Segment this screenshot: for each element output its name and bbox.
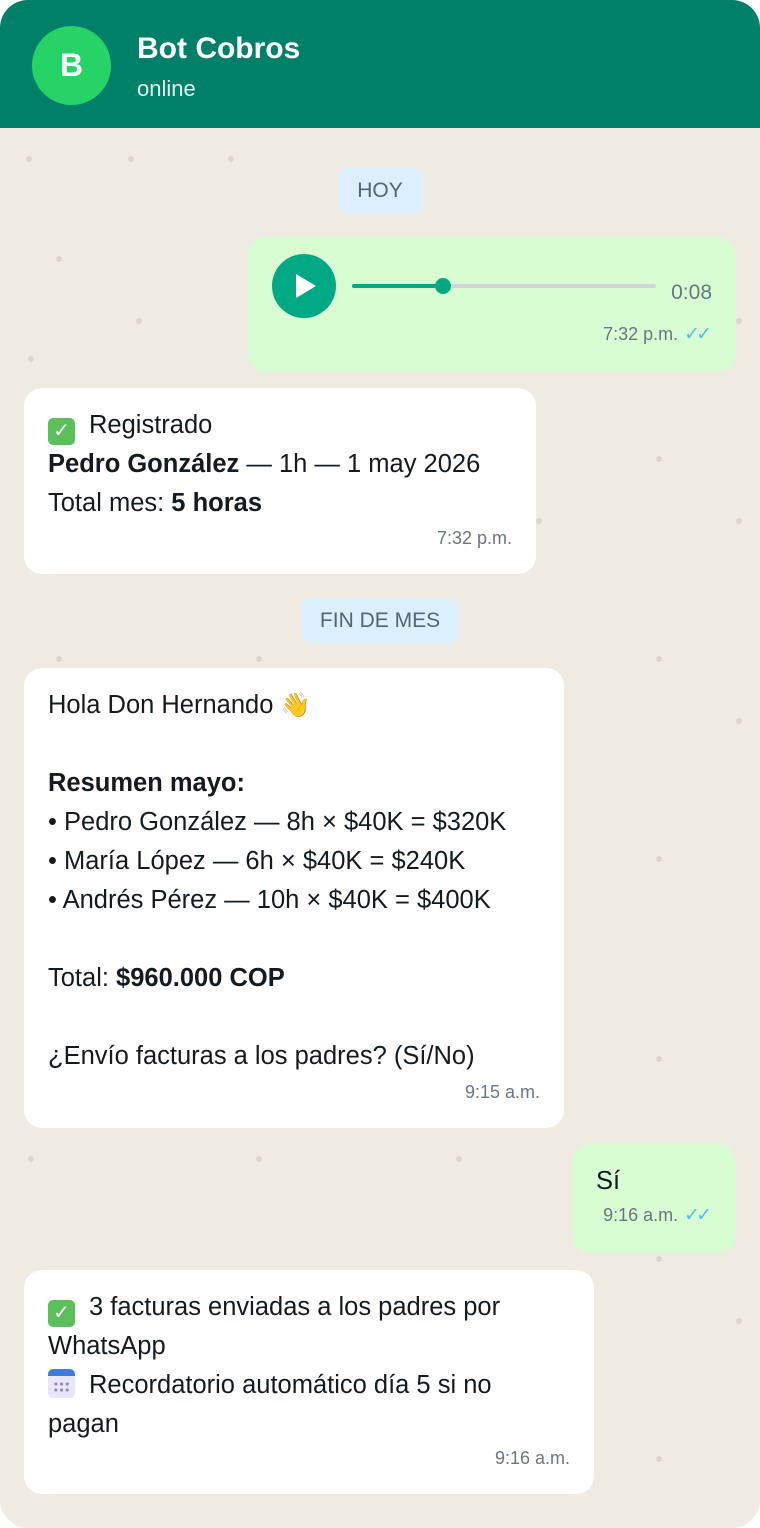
reminder-text: Recordatorio automático día 5 si no <box>89 1371 492 1399</box>
monthly-total-label: Total mes: <box>48 489 172 517</box>
wallpaper-dot <box>228 156 234 162</box>
read-receipt-icon: ✓✓ <box>684 1205 712 1226</box>
invoices-sent-text: 3 facturas enviadas a los padres por <box>89 1293 501 1321</box>
total-label: Total: <box>48 964 117 992</box>
wallpaper-dot <box>656 856 662 862</box>
wallpaper-dot <box>656 456 662 462</box>
message-meta: 7:32 p.m. ✓✓ <box>603 315 712 354</box>
session-detail: — 1h — 1 may 2026 <box>239 450 481 478</box>
incoming-message-confirmation[interactable]: ✓ 3 facturas enviadas a los padres por Wh… <box>24 1270 594 1494</box>
wallpaper-dot <box>56 256 62 262</box>
outgoing-voice-message[interactable]: 0:08 7:32 p.m. ✓✓ <box>248 237 736 372</box>
date-separator: FIN DE MES <box>302 598 458 644</box>
reminder-text-cont: pagan <box>48 1410 119 1438</box>
incoming-message-registered[interactable]: ✓ Registrado Pedro González — 1h — 1 may … <box>24 388 536 574</box>
audio-seek-handle[interactable] <box>435 278 452 294</box>
message-line: ✓ Registrado <box>48 406 512 445</box>
read-receipt-icon: ✓✓ <box>684 324 712 345</box>
avatar[interactable]: B <box>32 26 111 105</box>
wallpaper-dot <box>456 1156 462 1162</box>
wallpaper-dot <box>536 518 542 524</box>
student-name: Pedro González <box>48 450 240 478</box>
waving-hand-icon: 👋 <box>280 692 311 719</box>
message-time: 9:16 a.m. <box>494 1448 570 1468</box>
message-meta: 9:16 a.m. <box>495 1439 570 1478</box>
wallpaper-dot <box>736 318 742 324</box>
outgoing-message-reply[interactable]: Sí 9:16 a.m. ✓✓ <box>572 1144 736 1253</box>
message-line: Total mes: 5 horas <box>48 484 512 523</box>
wallpaper-dot <box>656 1456 662 1462</box>
wallpaper-dot <box>656 656 662 662</box>
wallpaper-dot <box>656 1256 662 1262</box>
message-meta: 9:15 a.m. <box>465 1073 540 1112</box>
message-line: Total: $960.000 COP <box>48 959 540 998</box>
total-value: $960.000 COP <box>116 964 285 992</box>
audio-seek-bar[interactable] <box>352 278 656 294</box>
summary-item: • María López — 6h × $40K = $240K <box>48 847 466 875</box>
registered-title: Registrado <box>89 411 213 439</box>
message-line: Resumen mayo: <box>48 764 540 803</box>
contact-status: online <box>137 76 196 101</box>
summary-item: • Pedro González — 8h × $40K = $320K <box>48 808 507 836</box>
check-mark-button-icon: ✓ <box>48 1300 75 1327</box>
contact-name[interactable]: Bot Cobros <box>137 32 300 66</box>
wallpaper-dot <box>736 1318 742 1324</box>
play-icon[interactable] <box>272 254 336 318</box>
message-time: 7:32 p.m. <box>436 528 512 548</box>
invoice-question: ¿Envío facturas a los padres? (Sí/No) <box>48 1042 475 1070</box>
wallpaper-dot <box>28 356 34 362</box>
wallpaper-dot <box>56 656 62 662</box>
wallpaper-dot <box>26 156 32 162</box>
wallpaper-dot <box>656 1056 662 1062</box>
summary-heading: Resumen mayo: <box>48 769 245 797</box>
wallpaper-dot <box>28 1156 34 1162</box>
wallpaper-dot <box>736 718 742 724</box>
wallpaper-dot <box>256 656 262 662</box>
audio-duration: 0:08 <box>671 281 712 304</box>
chat-window: B Bot Cobros online HOY 0:08 7:32 p.m. ✓… <box>0 0 760 1528</box>
message-time: 7:32 p.m. <box>603 324 679 344</box>
date-separator-label: FIN DE MES <box>319 609 441 632</box>
summary-item: • Andrés Pérez — 10h × $40K = $400K <box>48 886 491 914</box>
wallpaper-dot <box>256 1156 262 1162</box>
monthly-total-value: 5 horas <box>171 489 263 517</box>
chat-header[interactable]: B Bot Cobros online <box>0 0 760 128</box>
invoices-sent-text-cont: WhatsApp <box>48 1332 166 1360</box>
message-time: 9:16 a.m. <box>603 1205 679 1225</box>
message-meta: 9:16 a.m. ✓✓ <box>603 1196 712 1235</box>
wallpaper-dot <box>736 518 742 524</box>
incoming-message-summary[interactable]: Hola Don Hernando 👋 Resumen mayo: • Pedr… <box>24 668 564 1128</box>
check-mark-button-icon: ✓ <box>48 418 75 445</box>
message-line: Recordatorio automático día 5 si no <box>48 1366 570 1405</box>
date-separator: HOY <box>338 168 422 214</box>
message-line: Hola Don Hernando 👋 <box>48 686 540 725</box>
date-separator-label: HOY <box>357 179 403 202</box>
calendar-icon <box>48 1369 75 1398</box>
message-line: Pedro González — 1h — 1 may 2026 <box>48 445 512 484</box>
greeting-text: Hola Don Hernando <box>48 691 274 719</box>
message-line: ✓ 3 facturas enviadas a los padres por <box>48 1288 570 1327</box>
wallpaper-dot <box>128 156 134 162</box>
message-time: 9:15 a.m. <box>464 1082 540 1102</box>
audio-progress <box>352 284 444 288</box>
wallpaper-dot <box>136 318 142 324</box>
message-meta: 7:32 p.m. <box>437 519 512 558</box>
